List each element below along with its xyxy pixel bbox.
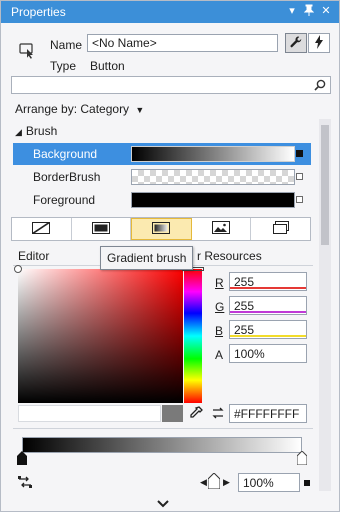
gradient-bar[interactable]	[22, 437, 302, 453]
alpha-input[interactable]: 100%	[229, 344, 307, 363]
borderbrush-swatch[interactable]	[131, 169, 295, 185]
title-bar: Properties ▾ ✕	[1, 1, 339, 23]
brush-row-borderbrush[interactable]: BorderBrush	[13, 166, 311, 188]
previous-stop-icon[interactable]: ◀	[200, 477, 207, 488]
vertical-scrollbar[interactable]	[319, 119, 331, 491]
brush-type-tabs	[11, 217, 311, 241]
foreground-swatch[interactable]	[131, 192, 295, 208]
brush-row-label: Foreground	[33, 193, 96, 207]
close-icon[interactable]: ✕	[319, 4, 333, 18]
color-selector-handle[interactable]	[14, 265, 22, 273]
alpha-label: A	[215, 348, 224, 362]
red-label: R	[215, 276, 224, 290]
arrange-by-dropdown[interactable]: Arrange by: Category ▼	[15, 102, 144, 116]
chevron-down-icon: ▼	[135, 105, 145, 115]
hex-color-input[interactable]: #FFFFFFFF	[229, 404, 307, 423]
brush-row-label: BorderBrush	[33, 170, 101, 184]
tooltip: Gradient brush	[100, 246, 194, 270]
blue-channel-bar	[230, 335, 306, 337]
saturation-brightness-picker[interactable]	[18, 269, 183, 403]
solid-brush-icon	[91, 221, 110, 237]
name-field[interactable]: <No Name>	[87, 34, 278, 52]
blue-label: B	[215, 324, 224, 338]
tab-gradient-brush[interactable]	[131, 218, 192, 240]
brush-row-background[interactable]: Background	[13, 143, 311, 165]
type-label: Type	[50, 59, 77, 73]
brush-row-foreground[interactable]: Foreground	[13, 189, 311, 211]
gradient-brush-icon	[152, 221, 171, 237]
name-label: Name	[50, 38, 83, 52]
tab-brush-resources[interactable]	[251, 218, 310, 240]
type-value: Button	[90, 59, 125, 73]
gradient-stop-start[interactable]	[17, 451, 27, 465]
collapse-triangle-icon: ◢	[15, 127, 22, 137]
hue-slider[interactable]	[184, 269, 202, 403]
selection-icon	[19, 43, 37, 62]
tab-no-brush[interactable]	[12, 218, 72, 240]
stop-offset-input[interactable]: 100%	[238, 473, 300, 492]
properties-window: Properties ▾ ✕ Name <No Name> Type Butto…	[0, 0, 340, 512]
gradient-stop-end[interactable]	[296, 450, 308, 466]
brush-row-label: Background	[33, 147, 98, 161]
scrollbar-thumb[interactable]	[321, 125, 329, 245]
property-search[interactable]	[11, 76, 331, 94]
swap-arrows-icon[interactable]	[211, 406, 225, 423]
advanced-options-marker[interactable]	[296, 196, 303, 203]
green-label: G	[215, 300, 225, 314]
no-brush-icon	[31, 220, 51, 237]
advanced-options-marker[interactable]	[296, 150, 303, 157]
reverse-gradient-icon[interactable]	[17, 475, 33, 492]
wrench-icon	[289, 35, 303, 52]
editor-label: Editor	[18, 249, 50, 263]
next-stop-icon[interactable]: ▶	[223, 477, 230, 488]
background-swatch[interactable]	[131, 146, 295, 162]
eyedropper-icon[interactable]	[189, 406, 203, 423]
red-channel-bar	[230, 287, 306, 289]
selected-stop-icon	[207, 472, 221, 492]
arrange-by-label: Arrange by: Category	[15, 102, 130, 116]
pin-icon[interactable]	[302, 4, 316, 18]
expand-chevron-icon[interactable]	[157, 497, 169, 511]
tab-solid-brush[interactable]	[72, 218, 132, 240]
properties-button[interactable]	[285, 33, 307, 53]
offset-marker[interactable]	[304, 480, 310, 486]
divider	[13, 428, 313, 429]
dropdown-icon[interactable]: ▾	[285, 4, 299, 18]
window-title: Properties	[11, 5, 66, 19]
events-button[interactable]	[308, 33, 330, 53]
search-input[interactable]	[14, 78, 309, 92]
brush-resources-icon	[272, 221, 290, 237]
tab-tile-brush[interactable]	[192, 218, 252, 240]
search-icon	[314, 79, 326, 94]
new-color-preview	[18, 405, 161, 422]
brush-section-label: Brush	[25, 124, 58, 138]
advanced-options-marker[interactable]	[296, 173, 303, 180]
lightning-icon	[314, 34, 324, 52]
initial-color-preview	[162, 405, 183, 422]
image-brush-icon	[212, 221, 231, 237]
brush-section-header[interactable]: ◢ Brush	[15, 124, 57, 138]
color-resources-tab[interactable]: r Resources	[197, 249, 262, 263]
green-channel-bar	[230, 311, 306, 313]
